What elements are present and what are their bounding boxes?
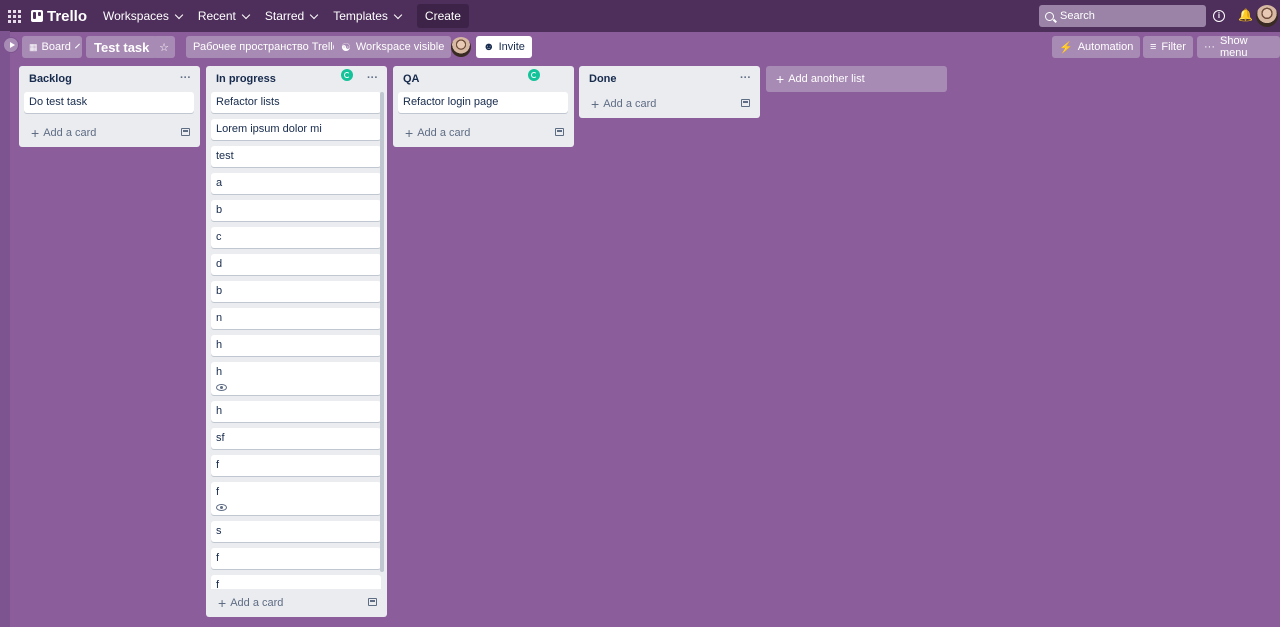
chevron-down-icon	[309, 10, 319, 19]
plus-icon: +	[776, 71, 785, 87]
filter-button[interactable]: ≡ Filter	[1143, 36, 1193, 58]
grammarly-icon	[528, 69, 540, 81]
starred-menu[interactable]: Starred	[259, 4, 323, 28]
show-menu-button[interactable]: ··· Show menu	[1197, 35, 1280, 59]
add-person-icon: ☻	[483, 41, 495, 53]
board-title[interactable]: Test task	[86, 36, 158, 58]
star-board-icon[interactable]: ☆	[153, 36, 175, 58]
trello-logo[interactable]: Trello	[31, 8, 87, 25]
list-done: Done ··· + Add a card	[579, 66, 760, 118]
app-switcher-icon[interactable]	[8, 9, 22, 23]
card[interactable]: a	[211, 173, 381, 194]
automation-button[interactable]: ⚡ Automation	[1052, 36, 1141, 58]
add-another-list-button[interactable]: + Add another list	[766, 66, 947, 92]
lightning-icon: ⚡	[1059, 41, 1073, 54]
card[interactable]: s	[211, 521, 381, 542]
plus-icon: +	[31, 125, 40, 141]
card-template-icon[interactable]	[368, 598, 377, 606]
recent-menu[interactable]: Recent	[192, 4, 255, 28]
plus-icon: +	[218, 595, 227, 611]
member-avatar[interactable]	[451, 37, 471, 57]
expand-sidebar-icon[interactable]	[3, 37, 19, 53]
add-card-button[interactable]: + Add a card	[579, 92, 760, 116]
chevron-down-icon	[74, 43, 80, 48]
list-scrollbar[interactable]	[380, 92, 384, 572]
chevron-down-icon	[174, 10, 184, 19]
account-avatar[interactable]	[1256, 5, 1278, 27]
list-actions-icon[interactable]: ···	[180, 72, 191, 84]
list-title[interactable]: In progress ···	[206, 66, 387, 92]
filter-icon: ≡	[1150, 41, 1157, 53]
board-view-switcher[interactable]: ▦ Board	[22, 36, 82, 58]
board-icon: ▦	[29, 41, 38, 52]
add-card-button[interactable]: + Add a card	[19, 119, 200, 147]
visibility-button[interactable]: ☯ Workspace visible	[334, 36, 452, 58]
info-icon[interactable]: i	[1213, 10, 1225, 22]
list-actions-icon[interactable]: ···	[367, 72, 378, 84]
card[interactable]: b	[211, 200, 381, 221]
card[interactable]: h	[211, 401, 381, 422]
card-template-icon[interactable]	[741, 99, 750, 107]
eye-icon	[216, 504, 227, 511]
card[interactable]: Do test task	[24, 92, 194, 113]
card-list[interactable]: Refactor lists Lorem ipsum dolor mi test…	[206, 92, 387, 589]
more-icon: ···	[1204, 41, 1215, 53]
card[interactable]: f	[211, 482, 381, 515]
notifications-bell-icon[interactable]: 🔔	[1238, 9, 1253, 22]
plus-icon: +	[591, 96, 600, 112]
invite-button[interactable]: ☻ Invite	[476, 36, 532, 58]
search-icon	[1045, 11, 1054, 21]
list-title[interactable]: Done ···	[579, 66, 760, 92]
list-in-progress: In progress ··· Refactor lists Lorem ipsu…	[206, 66, 387, 617]
list-title[interactable]: QA···	[393, 66, 574, 92]
list-backlog: Backlog ··· Do test task + Add a card	[19, 66, 200, 147]
list-actions-icon[interactable]: ···	[740, 72, 751, 84]
templates-menu[interactable]: Templates	[327, 4, 407, 28]
create-button[interactable]: Create	[416, 4, 469, 28]
workspace-button[interactable]: Рабочее пространство Trello	[186, 36, 346, 58]
card[interactable]: f	[211, 575, 381, 589]
list-qa: QA··· Refactor login page +Add a card	[393, 66, 574, 147]
chevron-down-icon	[241, 10, 251, 19]
workspace-sidebar	[0, 31, 10, 627]
people-icon: ☯	[341, 41, 351, 54]
add-card-button[interactable]: + Add a card	[206, 589, 387, 617]
plus-icon: +	[405, 125, 414, 141]
card[interactable]: Refactor lists	[211, 92, 381, 113]
workspaces-menu[interactable]: Workspaces	[97, 4, 188, 28]
card-template-icon[interactable]	[181, 128, 190, 136]
grammarly-icon	[341, 69, 353, 81]
card[interactable]: h	[211, 335, 381, 356]
trello-logo-icon	[31, 10, 43, 22]
card[interactable]: h	[211, 362, 381, 395]
card[interactable]: Refactor login page	[398, 92, 568, 113]
card[interactable]: f	[211, 548, 381, 569]
card[interactable]: sf	[211, 428, 381, 449]
card[interactable]: n	[211, 308, 381, 329]
card[interactable]: f	[211, 455, 381, 476]
card[interactable]: Lorem ipsum dolor mi	[211, 119, 381, 140]
chevron-down-icon	[393, 10, 403, 19]
search-input[interactable]: Search	[1039, 5, 1206, 27]
card-template-icon[interactable]	[555, 128, 564, 136]
list-title[interactable]: Backlog ···	[19, 66, 200, 92]
add-card-button[interactable]: + Add a card	[393, 119, 574, 147]
card[interactable]: c	[211, 227, 381, 248]
card[interactable]: test	[211, 146, 381, 167]
eye-icon	[216, 384, 227, 391]
card[interactable]: d	[211, 254, 381, 275]
card[interactable]: b	[211, 281, 381, 302]
